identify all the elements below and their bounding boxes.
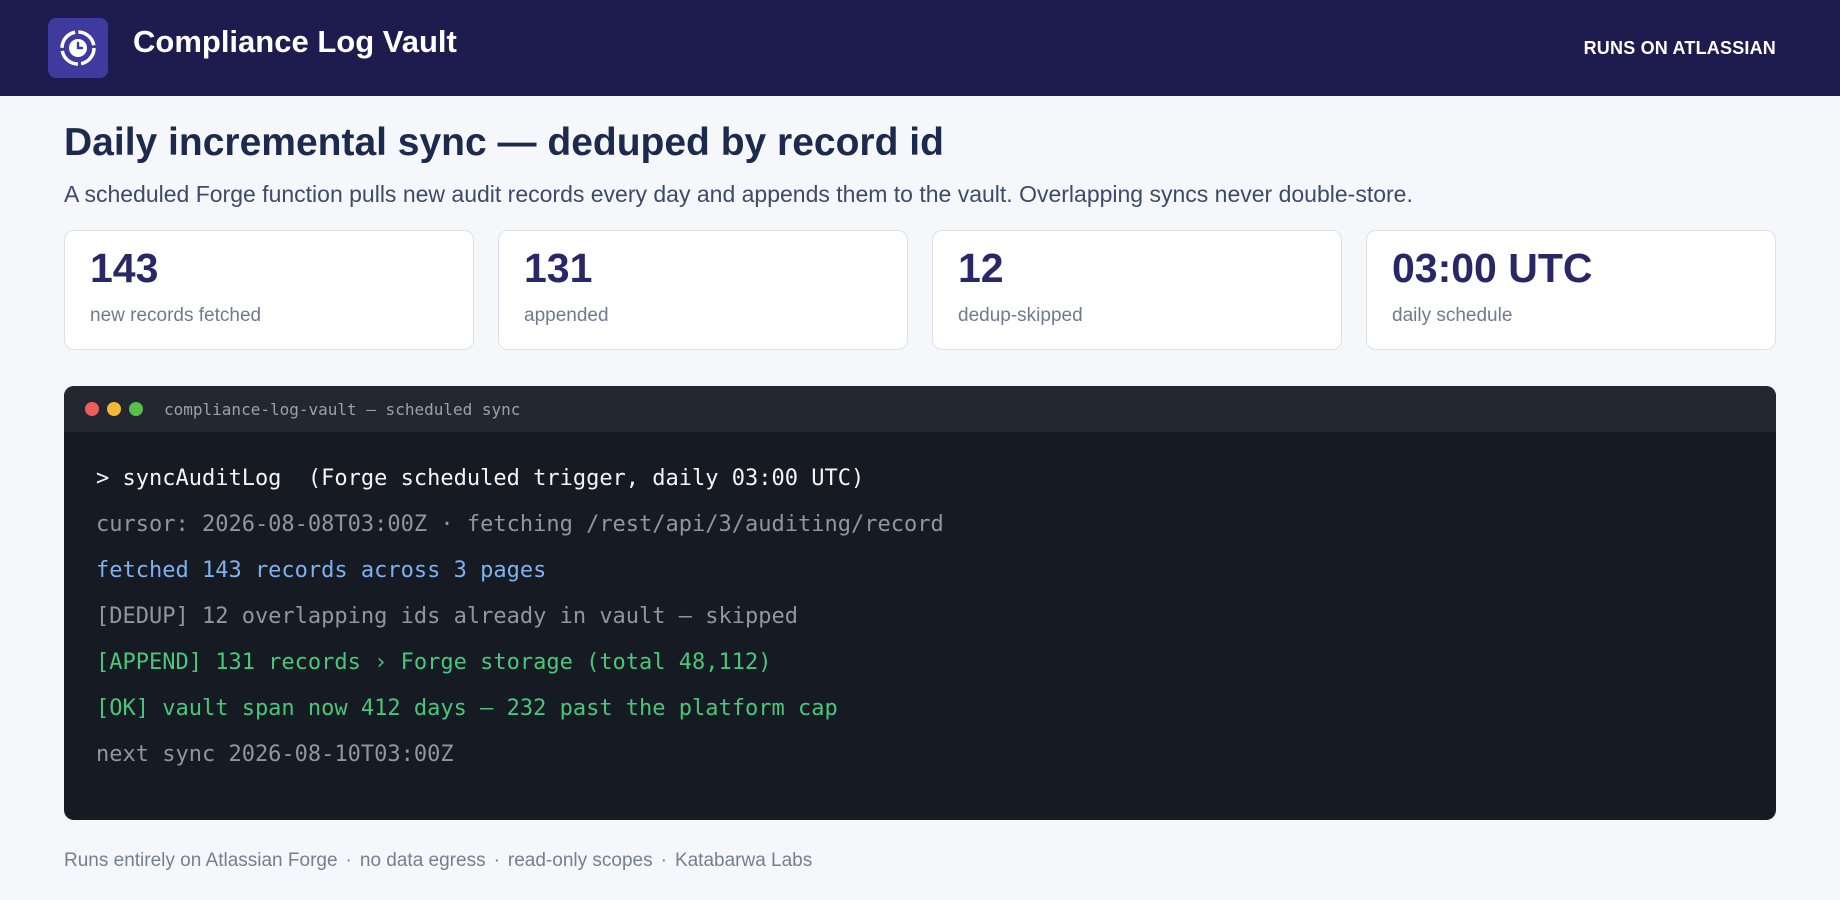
terminal-window: compliance-log-vault — scheduled sync > … bbox=[64, 386, 1776, 820]
app-logo bbox=[48, 18, 108, 78]
stat-label: appended bbox=[524, 305, 609, 326]
stat-value: 03:00 UTC bbox=[1392, 245, 1593, 291]
stat-card-fetched: 143 new records fetched bbox=[64, 230, 474, 350]
terminal-line: next sync 2026-08-10T03:00Z bbox=[96, 742, 454, 767]
close-dot-icon bbox=[85, 402, 99, 416]
runs-on-badge: RUNS ON ATLASSIAN bbox=[1583, 37, 1776, 58]
top-bar: Compliance Log Vault RUNS ON ATLASSIAN bbox=[0, 0, 1840, 96]
footer-separator: · bbox=[493, 850, 500, 871]
terminal-line: [DEDUP] 12 overlapping ids already in va… bbox=[96, 604, 798, 629]
stat-label: daily schedule bbox=[1392, 305, 1513, 326]
terminal-line: > syncAuditLog (Forge scheduled trigger,… bbox=[96, 466, 865, 491]
main-content: Daily incremental sync — deduped by reco… bbox=[64, 96, 1776, 820]
app-title: Compliance Log Vault bbox=[133, 24, 457, 59]
stat-value: 143 bbox=[90, 245, 159, 291]
minimize-dot-icon bbox=[107, 402, 121, 416]
clock-badge-icon bbox=[60, 30, 96, 66]
stat-value: 12 bbox=[958, 245, 1004, 291]
footer-item: Runs entirely on Atlassian Forge bbox=[64, 850, 338, 871]
stat-value: 131 bbox=[524, 245, 593, 291]
stats-row: 143 new records fetched 131 appended 12 … bbox=[64, 230, 1776, 350]
terminal-title: compliance-log-vault — scheduled sync bbox=[164, 399, 521, 419]
footer-separator: · bbox=[660, 850, 667, 871]
footer: Runs entirely on Atlassian Forge · no data… bbox=[64, 850, 812, 872]
footer-separator: · bbox=[345, 850, 352, 871]
terminal-title-bar: compliance-log-vault — scheduled sync bbox=[64, 386, 1776, 432]
terminal-line: [OK] vault span now 412 days — 232 past … bbox=[96, 696, 838, 721]
footer-item: no data egress bbox=[359, 850, 486, 871]
terminal-line: fetched 143 records across 3 pages bbox=[96, 558, 547, 583]
footer-item: Katabarwa Labs bbox=[674, 850, 813, 871]
terminal-output: > syncAuditLog (Forge scheduled trigger,… bbox=[64, 432, 1776, 802]
stat-label: dedup-skipped bbox=[958, 305, 1083, 326]
terminal-line: [APPEND] 131 records › Forge storage (to… bbox=[96, 650, 772, 675]
stat-card-appended: 131 appended bbox=[498, 230, 908, 350]
page-subtitle: A scheduled Forge function pulls new aud… bbox=[64, 181, 1413, 207]
stat-label: new records fetched bbox=[90, 305, 262, 326]
maximize-dot-icon bbox=[129, 402, 143, 416]
terminal-line: cursor: 2026-08-08T03:00Z · fetching /re… bbox=[96, 512, 944, 537]
footer-item: read-only scopes bbox=[507, 850, 653, 871]
stat-card-dedup-skipped: 12 dedup-skipped bbox=[932, 230, 1342, 350]
page-title: Daily incremental sync — deduped by reco… bbox=[64, 121, 944, 164]
stat-card-schedule: 03:00 UTC daily schedule bbox=[1366, 230, 1776, 350]
